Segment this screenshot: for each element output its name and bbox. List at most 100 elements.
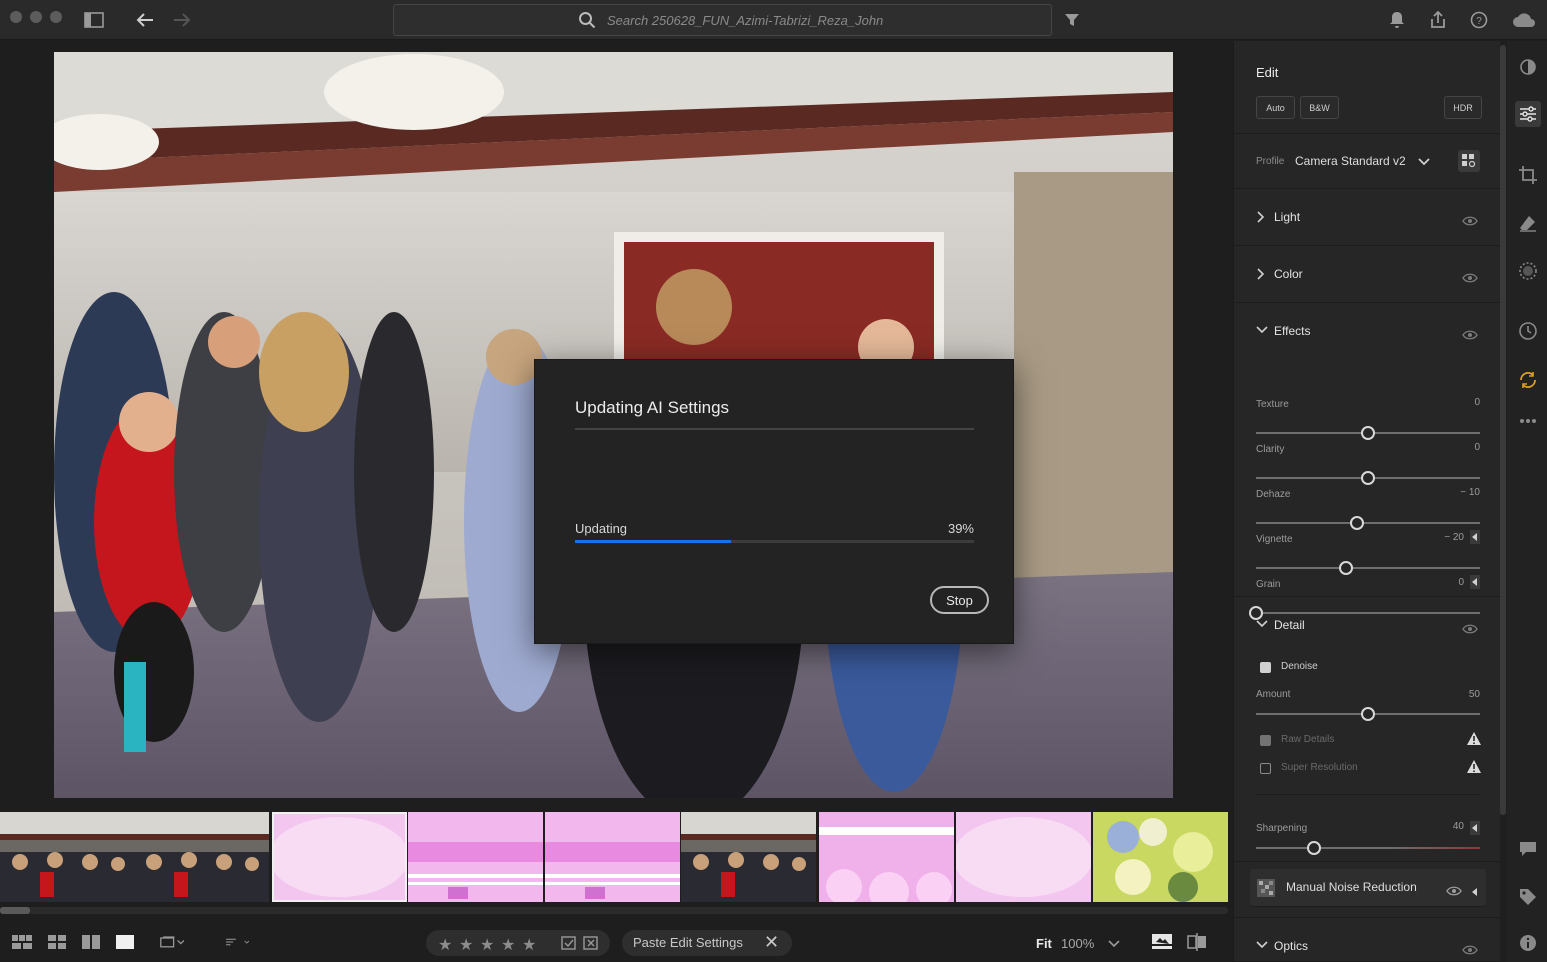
filmstrip-thumbnail[interactable] <box>956 812 1091 902</box>
filmstrip-thumbnail[interactable] <box>819 812 954 902</box>
back-arrow-icon[interactable] <box>133 8 157 32</box>
sidebar-toggle-icon[interactable] <box>82 8 106 32</box>
cloud-icon[interactable] <box>1512 8 1536 32</box>
filmstrip-thumbnail[interactable] <box>408 812 543 902</box>
filmstrip-scroll-thumb[interactable] <box>0 907 30 914</box>
effects-header[interactable]: Effects <box>1274 324 1310 338</box>
amount-slider-knob[interactable] <box>1361 707 1375 721</box>
profile-dropdown[interactable]: Camera Standard v2 <box>1295 154 1406 168</box>
eye-icon[interactable] <box>1462 270 1478 283</box>
optics-header[interactable]: Optics <box>1274 939 1308 953</box>
chevron-down-icon[interactable] <box>1418 154 1430 172</box>
manual-noise-reduction-row[interactable]: Manual Noise Reduction <box>1250 869 1486 907</box>
raw-details-checkbox[interactable] <box>1260 735 1271 746</box>
crop-icon[interactable] <box>1515 162 1541 188</box>
eye-icon[interactable] <box>1462 621 1478 634</box>
reset-arrow-icon[interactable] <box>1470 821 1480 835</box>
history-icon[interactable] <box>1515 318 1541 344</box>
effects-slider-value[interactable]: − 10 <box>1434 487 1480 498</box>
super-resolution-checkbox[interactable] <box>1260 763 1271 774</box>
close-icon[interactable]: ✕ <box>764 932 779 953</box>
effects-slider-value[interactable]: − 20 <box>1418 532 1464 543</box>
eye-icon[interactable] <box>1446 883 1462 901</box>
filmstrip-thumbnail[interactable] <box>0 812 135 902</box>
hdr-button[interactable]: HDR <box>1444 96 1482 119</box>
eye-icon[interactable] <box>1462 213 1478 226</box>
edit-sliders-icon[interactable] <box>1515 101 1541 127</box>
amount-value[interactable]: 50 <box>1434 689 1480 700</box>
filmstrip-thumbnail[interactable] <box>681 812 816 902</box>
info-icon[interactable] <box>1515 930 1541 956</box>
auto-button[interactable]: Auto <box>1256 96 1295 119</box>
optics-section[interactable]: Optics <box>1234 917 1502 962</box>
panel-scroll-thumb[interactable] <box>1500 45 1506 815</box>
star-1-icon[interactable]: ★ <box>438 935 452 955</box>
filmstrip-toggle-icon[interactable] <box>1150 930 1174 954</box>
paste-edit-settings-button[interactable]: Paste Edit Settings <box>633 935 743 950</box>
sharpening-slider-knob[interactable] <box>1307 841 1322 855</box>
reset-arrow-icon[interactable] <box>1472 883 1478 901</box>
zoom-window-button[interactable] <box>50 11 62 23</box>
effects-slider-track[interactable] <box>1256 522 1480 524</box>
square-grid-view-icon[interactable] <box>10 930 34 954</box>
presets-icon[interactable] <box>1515 54 1541 80</box>
manual-noise-reduction-label[interactable]: Manual Noise Reduction <box>1286 880 1417 894</box>
effects-slider-value[interactable]: 0 <box>1434 397 1480 408</box>
slideshow-icon[interactable] <box>160 930 184 954</box>
eye-icon[interactable] <box>1462 942 1478 955</box>
eraser-icon[interactable] <box>1515 210 1541 236</box>
help-icon[interactable]: ? <box>1467 8 1491 32</box>
notification-bell-icon[interactable] <box>1385 8 1409 32</box>
filmstrip-thumbnail[interactable] <box>134 812 269 902</box>
star-5-icon[interactable]: ★ <box>522 935 536 955</box>
filmstrip-scrollbar[interactable] <box>0 907 1228 914</box>
effects-slider-value[interactable]: 0 <box>1434 442 1480 453</box>
effects-slider-value[interactable]: 0 <box>1418 577 1464 588</box>
close-window-button[interactable] <box>10 11 22 23</box>
star-2-icon[interactable]: ★ <box>459 935 473 955</box>
eye-icon[interactable] <box>1462 327 1478 340</box>
effects-slider-knob[interactable] <box>1361 426 1375 440</box>
filmstrip-thumbnail[interactable] <box>1093 812 1228 902</box>
comments-icon[interactable] <box>1515 836 1541 862</box>
color-header[interactable]: Color <box>1274 267 1303 281</box>
detail-view-icon[interactable] <box>113 930 137 954</box>
star-3-icon[interactable]: ★ <box>480 935 494 955</box>
zoom-percent-button[interactable]: 100% <box>1061 936 1094 951</box>
pick-flag-icon[interactable] <box>561 935 577 956</box>
keyword-tag-icon[interactable] <box>1515 884 1541 910</box>
filmstrip-thumbnail[interactable] <box>545 812 680 902</box>
profile-browser-icon[interactable] <box>1458 150 1480 172</box>
more-options-icon[interactable] <box>1515 408 1541 434</box>
before-after-icon[interactable] <box>1185 930 1209 954</box>
panel-scrollbar[interactable] <box>1500 41 1506 962</box>
denoise-checkbox[interactable] <box>1260 662 1271 673</box>
reset-arrow-icon[interactable] <box>1470 530 1480 544</box>
search-field[interactable]: Search 250628_FUN_Azimi-Tabrizi_Reza_Joh… <box>393 4 1052 36</box>
share-icon[interactable] <box>1426 8 1450 32</box>
bw-button[interactable]: B&W <box>1300 96 1339 119</box>
sharpening-slider[interactable] <box>1256 847 1480 849</box>
star-4-icon[interactable]: ★ <box>501 935 515 955</box>
sort-icon[interactable] <box>225 930 249 954</box>
zoom-dropdown-chevron-icon[interactable] <box>1102 932 1126 956</box>
filmstrip-thumbnail[interactable] <box>272 812 407 902</box>
light-section[interactable]: Light <box>1234 189 1502 246</box>
color-section[interactable]: Color <box>1234 246 1502 303</box>
reject-flag-icon[interactable] <box>583 935 599 956</box>
masking-icon[interactable] <box>1515 258 1541 284</box>
sharpening-value[interactable]: 40 <box>1418 821 1464 832</box>
effects-slider-track[interactable] <box>1256 567 1480 569</box>
effects-slider-knob[interactable] <box>1349 516 1364 530</box>
effects-slider-knob[interactable] <box>1338 561 1353 575</box>
forward-arrow-icon[interactable] <box>170 8 194 32</box>
photo-grid-view-icon[interactable] <box>45 930 69 954</box>
versions-sync-icon[interactable] <box>1515 367 1541 393</box>
stop-button[interactable]: Stop <box>930 586 989 614</box>
effects-slider-knob[interactable] <box>1361 471 1375 485</box>
minimize-window-button[interactable] <box>30 11 42 23</box>
detail-header[interactable]: Detail <box>1274 618 1305 632</box>
zoom-fit-button[interactable]: Fit <box>1036 936 1052 951</box>
filter-icon[interactable] <box>1060 8 1084 32</box>
compare-view-icon[interactable] <box>79 930 103 954</box>
